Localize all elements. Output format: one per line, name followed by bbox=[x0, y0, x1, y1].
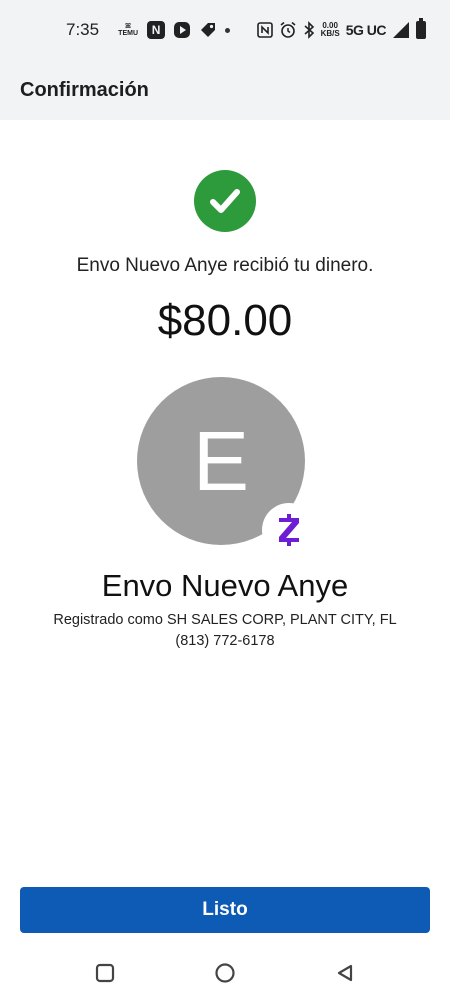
recents-icon[interactable] bbox=[90, 958, 120, 988]
speed-indicator: 0.00 KB/S bbox=[321, 22, 340, 38]
check-circle-icon bbox=[194, 170, 256, 232]
recipient-name: Envo Nuevo Anye bbox=[101, 568, 349, 603]
status-left: 7:35 ꕤ​ TEMU N bbox=[66, 20, 231, 40]
temu-text: TEMU bbox=[118, 30, 139, 37]
bluetooth-icon bbox=[303, 21, 315, 39]
registered-as: Registrado como SH SALES CORP, PLANT CIT… bbox=[53, 612, 397, 628]
navigation-bar bbox=[0, 945, 450, 1000]
battery-icon bbox=[416, 18, 426, 39]
zelle-icon bbox=[262, 503, 316, 557]
alarm-icon bbox=[279, 21, 297, 39]
temu-icon: ꕤ​ TEMU bbox=[118, 23, 139, 37]
confirmation-message: Envo Nuevo Anye recibió tu dinero. bbox=[76, 255, 374, 276]
news-icon: N bbox=[147, 21, 166, 39]
page-title: Confirmación bbox=[20, 78, 149, 101]
done-button[interactable]: Listo bbox=[20, 887, 430, 933]
network-type: 5G UC bbox=[345, 22, 387, 38]
home-icon[interactable] bbox=[210, 958, 240, 988]
status-bar: 7:35 ꕤ​ TEMU N 0.00 KB/S 5G UC bbox=[0, 0, 450, 60]
signal-icon bbox=[392, 21, 410, 39]
status-time: 7:35 bbox=[66, 20, 100, 39]
nfc-icon bbox=[256, 22, 273, 38]
avatar-initial: E bbox=[192, 413, 250, 508]
app-header: Confirmación bbox=[0, 60, 450, 120]
dot-icon bbox=[225, 27, 231, 33]
tag-icon bbox=[199, 21, 217, 39]
speed-unit: KB/S bbox=[320, 29, 340, 38]
back-icon[interactable] bbox=[330, 958, 360, 988]
recipient-phone: (813) 772-6178 bbox=[175, 633, 275, 649]
play-icon bbox=[173, 21, 191, 39]
status-right: 0.00 KB/S 5G UC bbox=[256, 18, 426, 39]
amount: $80.00 bbox=[157, 296, 293, 345]
